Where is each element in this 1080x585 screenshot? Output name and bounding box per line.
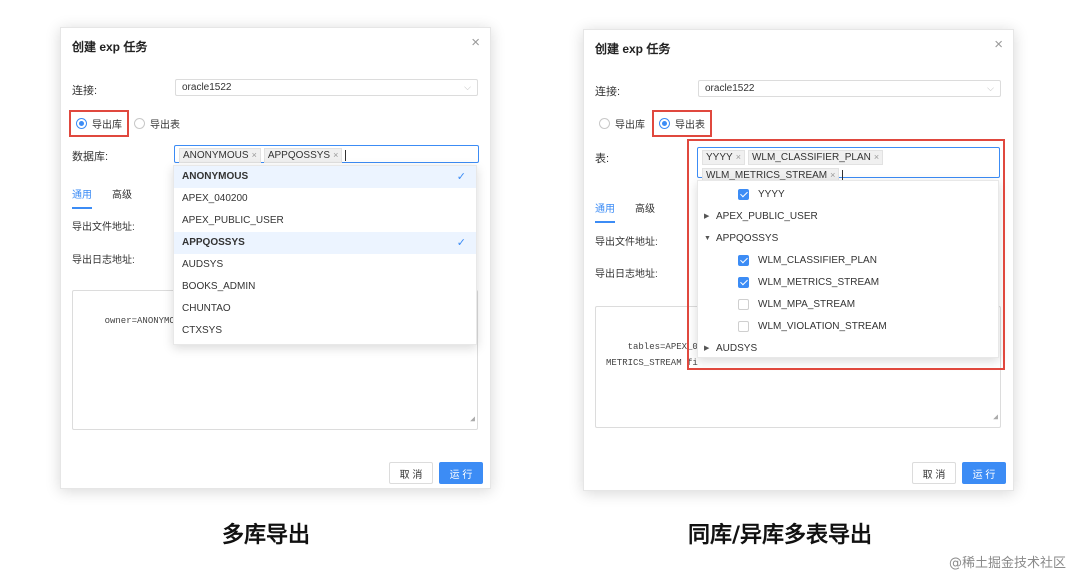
caret-right-icon[interactable]: ▶ [704,212,716,220]
dropdown-item[interactable]: APEX_PUBLIC_USER [174,210,476,232]
tree-table-item[interactable]: WLM_VIOLATION_STREAM [698,315,998,337]
connection-label: 连接: [595,86,621,98]
tag-remove-icon[interactable]: × [736,152,741,162]
cancel-button[interactable]: 取 消 [912,462,956,484]
check-icon: ✓ [456,171,466,183]
check-icon: ✓ [456,237,466,249]
radio-export-db[interactable]: 导出库 [69,110,129,137]
checkbox-checked-icon[interactable] [738,188,749,200]
checkbox-checked-icon[interactable] [738,276,749,288]
resize-grip-icon[interactable]: ◢ [993,410,998,426]
tab-general[interactable]: 通用 [72,186,92,209]
dropdown-item[interactable]: BOOKS_ADMIN [174,276,476,298]
tab-general[interactable]: 通用 [595,200,615,223]
caption-left: 多库导出 [222,523,311,548]
checkbox-checked-icon[interactable] [738,254,749,266]
tree-schema-item[interactable]: ▶ AUDSYS [698,337,998,357]
radio-export-table-label: 导出表 [150,120,180,131]
radio-export-db-label: 导出库 [92,120,122,131]
tag-remove-icon[interactable]: × [874,152,879,162]
tree-table-item[interactable]: WLM_CLASSIFIER_PLAN [698,249,998,271]
radio-export-db[interactable]: 导出库 [592,110,652,137]
connection-label: 连接: [72,85,98,97]
tree-schema-item[interactable]: ▶ APEX_PUBLIC_USER [698,205,998,227]
caption-right: 同库/异库多表导出 [688,523,873,548]
radio-export-table-label: 导出表 [675,120,705,131]
database-tag-input[interactable]: ANONYMOUS × APPQOSSYS × [174,145,479,163]
checkbox-unchecked-icon[interactable] [738,320,749,332]
table-tag-input[interactable]: YYYY × WLM_CLASSIFIER_PLAN × WLM_METRICS_S… [697,147,1000,183]
dropdown-item[interactable]: APPQOSSYS ✓ [174,232,476,254]
cancel-button[interactable]: 取 消 [389,462,433,484]
database-label: 数据库: [72,151,109,163]
tree-table-item[interactable]: WLM_MPA_STREAM [698,293,998,315]
dropdown-item[interactable]: ANONYMOUS ✓ [174,166,476,188]
export-mode-radio-group: 导出库 导出表 [69,110,185,137]
tag-wlm-classifier-plan: WLM_CLASSIFIER_PLAN × [747,150,884,165]
export-log-label: 导出日志地址: [72,255,135,266]
connection-select[interactable]: oracle1522 ⌵ [698,80,1001,97]
settings-tabs: 通用 高级 [595,200,655,223]
dropdown-item[interactable]: CTXSYS [174,320,476,342]
tag-remove-icon[interactable]: × [830,170,835,180]
export-file-label: 导出文件地址: [72,222,135,233]
connection-value: oracle1522 [705,83,755,94]
radio-checked-icon [76,118,87,129]
run-button[interactable]: 运 行 [439,462,483,484]
radio-export-table[interactable]: 导出表 [129,112,185,135]
settings-tabs: 通用 高级 [72,186,132,209]
tag-yyyy: YYYY × [702,150,745,165]
tag-remove-icon[interactable]: × [252,150,257,160]
chevron-down-icon: ⌵ [987,83,994,93]
tab-advanced[interactable]: 高级 [635,200,655,223]
database-dropdown: ANONYMOUS ✓ APEX_040200 APEX_PUBLIC_USER … [173,165,477,345]
radio-export-db-label: 导出库 [615,120,645,131]
tree-table-item[interactable]: WLM_METRICS_STREAM [698,271,998,293]
tree-schema-item[interactable]: ▼ APPQOSSYS [698,227,998,249]
watermark: @稀土掘金技术社区 [948,556,1066,571]
radio-checked-icon [659,118,670,129]
close-icon[interactable]: × [994,37,1003,52]
close-icon[interactable]: × [471,35,480,50]
export-mode-radio-group: 导出库 导出表 [592,110,712,137]
dropdown-item[interactable]: APEX_040200 [174,188,476,210]
connection-select[interactable]: oracle1522 ⌵ [175,79,478,96]
tag-remove-icon[interactable]: × [333,150,338,160]
dialog-title: 创建 exp 任务 [72,40,148,54]
resize-grip-icon[interactable]: ◢ [470,412,475,428]
table-label: 表: [595,153,610,165]
radio-unchecked-icon [134,118,145,129]
tag-anonymous: ANONYMOUS × [179,148,261,163]
tree-table-item[interactable]: YYYY [698,183,998,205]
radio-unchecked-icon [599,118,610,129]
export-file-label: 导出文件地址: [595,237,658,248]
export-log-label: 导出日志地址: [595,269,658,280]
caret-down-icon[interactable]: ▼ [704,235,716,242]
chevron-down-icon: ⌵ [464,82,471,92]
table-tree-dropdown: YYYY ▶ APEX_PUBLIC_USER ▼ APPQOSSYS WLM_CL… [697,180,999,358]
text-caret [345,150,347,161]
connection-value: oracle1522 [182,82,232,93]
dialog-title: 创建 exp 任务 [595,42,671,56]
tag-appqossys: APPQOSSYS × [263,148,343,163]
checkbox-unchecked-icon[interactable] [738,298,749,310]
tab-advanced[interactable]: 高级 [112,186,132,209]
run-button[interactable]: 运 行 [962,462,1006,484]
radio-export-table[interactable]: 导出表 [652,110,712,137]
caret-right-icon[interactable]: ▶ [704,344,716,352]
dropdown-item[interactable]: CHUNTAO [174,298,476,320]
dropdown-item[interactable]: AUDSYS [174,254,476,276]
